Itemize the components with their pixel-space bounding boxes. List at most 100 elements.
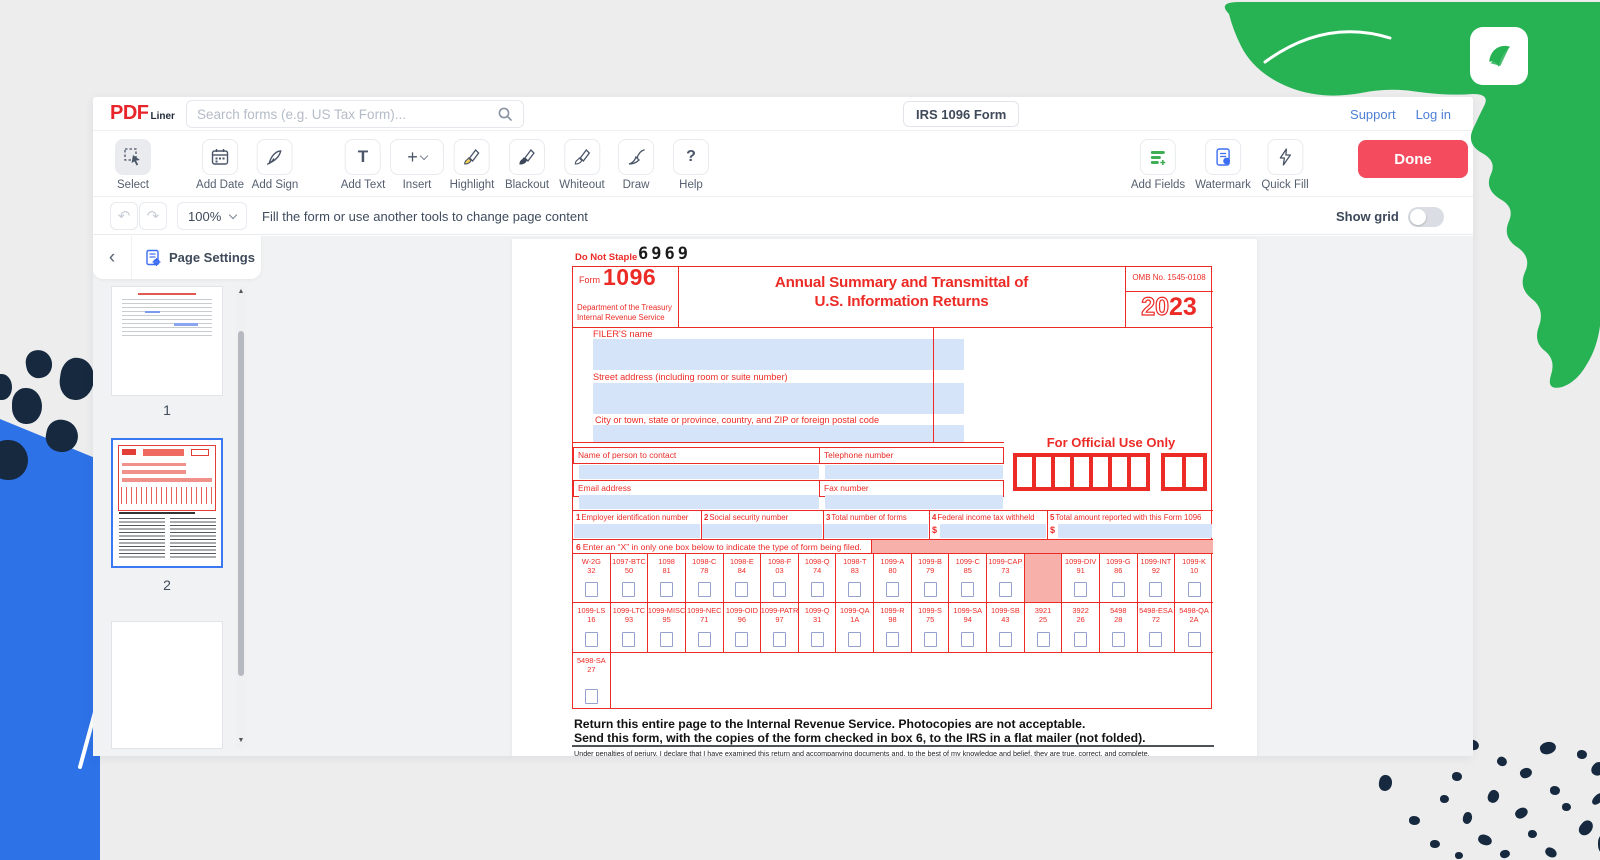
highlight-button[interactable]: Highlight (450, 139, 495, 191)
login-link[interactable]: Log in (1416, 107, 1451, 122)
type-checkbox-1099-LS[interactable] (585, 632, 598, 647)
type-checkbox-1099-MISC[interactable] (660, 632, 673, 647)
type-checkbox-1099-B[interactable] (924, 582, 937, 597)
help-button[interactable]: ? Help (673, 139, 709, 191)
ein-field[interactable] (574, 524, 700, 538)
type-checkbox-3922[interactable] (1074, 632, 1087, 647)
page-settings-button[interactable]: Page Settings (131, 236, 255, 279)
type-checkbox-1099-CAP[interactable] (999, 582, 1012, 597)
type-checkbox-1098[interactable] (660, 582, 673, 597)
form-type-code: 71 (700, 615, 708, 624)
type-checkbox-1098-T[interactable] (848, 582, 861, 597)
form-type-name: 1099-Q (805, 606, 830, 615)
fax-field[interactable] (825, 495, 1003, 509)
page-thumbnail-1[interactable] (111, 286, 223, 396)
support-link[interactable]: Support (1350, 107, 1396, 122)
form-type-name: 1099-SA (953, 606, 982, 615)
zoom-select[interactable]: 100% (177, 202, 247, 230)
redo-button[interactable]: ↷ (139, 202, 167, 230)
scroll-up-arrow[interactable]: ▲ (236, 288, 246, 295)
type-checkbox-1099-DIV[interactable] (1074, 582, 1087, 597)
search-icon[interactable] (497, 106, 513, 122)
type-checkbox-1099-SB[interactable] (999, 632, 1012, 647)
contact-name-label: Name of person to contact (573, 447, 820, 464)
search-box[interactable] (186, 100, 524, 128)
type-checkbox-1097-BTC[interactable] (622, 582, 635, 597)
done-button[interactable]: Done (1358, 140, 1468, 178)
shaded-cell (1025, 554, 1063, 602)
form-type-cell: 1099-PATR97 (761, 603, 799, 652)
type-checkbox-1099-INT[interactable] (1149, 582, 1162, 597)
type-checkbox-1099-SA[interactable] (961, 632, 974, 647)
box4-num: 4 (932, 513, 936, 522)
panel-scrollbar-thumb[interactable] (238, 331, 244, 676)
type-checkbox-1098-E[interactable] (735, 582, 748, 597)
watermark-button[interactable]: Watermark (1195, 139, 1251, 191)
add-text-button[interactable]: T Add Text (341, 139, 386, 191)
form-type-name: 5498-QA (1179, 606, 1209, 615)
calendar-icon (210, 147, 230, 167)
type-checkbox-5498[interactable] (1112, 632, 1125, 647)
undo-button[interactable]: ↶ (110, 202, 138, 230)
add-sign-button[interactable]: Add Sign (252, 139, 299, 191)
type-checkbox-1099-OID[interactable] (735, 632, 748, 647)
type-checkbox-1099-QA[interactable] (848, 632, 861, 647)
contact-name-field[interactable] (579, 465, 819, 479)
type-checkbox-1099-A[interactable] (886, 582, 899, 597)
type-checkbox-5498-ESA[interactable] (1149, 632, 1162, 647)
pdfliner-logo[interactable]: PDF Liner (110, 102, 175, 124)
type-checkbox-W-2G[interactable] (585, 582, 598, 597)
top-links: Support Log in (1350, 97, 1451, 131)
form-type-cell: 1099-A80 (874, 554, 912, 602)
street-field[interactable] (593, 383, 964, 414)
add-fields-button[interactable]: Add Fields (1131, 139, 1185, 191)
form-type-name: 1099-R (880, 606, 904, 615)
city-field[interactable] (593, 425, 964, 442)
add-date-button[interactable]: Add Date (196, 139, 244, 191)
type-checkbox-1098-Q[interactable] (811, 582, 824, 597)
type-checkbox-1099-Q[interactable] (811, 632, 824, 647)
zoom-value: 100% (188, 209, 221, 224)
form-type-cell: 5498-SA27 (573, 653, 611, 709)
type-checkbox-1099-S[interactable] (924, 632, 937, 647)
type-checkbox-5498-QA[interactable] (1188, 632, 1201, 647)
draw-label: Draw (623, 179, 650, 191)
select-tool-button[interactable]: Select (115, 139, 151, 191)
tax-withheld-field[interactable] (940, 524, 1046, 538)
insert-label: Insert (403, 179, 432, 191)
type-checkbox-5498-SA[interactable] (585, 689, 598, 704)
type-checkbox-1098-F[interactable] (773, 582, 786, 597)
type-checkbox-1099-NEC[interactable] (698, 632, 711, 647)
box3-num: 3 (826, 513, 830, 522)
type-checkbox-1099-K[interactable] (1188, 582, 1201, 597)
form-type-cell: 1099-SA94 (949, 603, 987, 652)
search-input[interactable] (187, 107, 497, 122)
type-checkbox-1099-LTC[interactable] (622, 632, 635, 647)
phone-field[interactable] (825, 465, 1003, 479)
page-thumbnail-3[interactable] (111, 621, 223, 749)
type-checkbox-1099-G[interactable] (1112, 582, 1125, 597)
form-type-name: 1098-Q (805, 557, 830, 566)
whiteout-button[interactable]: Whiteout (559, 139, 604, 191)
form-type-code: 97 (775, 615, 783, 624)
draw-button[interactable]: Draw (618, 139, 654, 191)
type-checkbox-1098-C[interactable] (698, 582, 711, 597)
total-amount-field[interactable] (1058, 524, 1212, 538)
form-type-name: 1098 (658, 557, 674, 566)
insert-button[interactable]: + Insert (390, 139, 444, 191)
ssn-field[interactable] (702, 524, 822, 538)
type-checkbox-1099-PATR[interactable] (773, 632, 786, 647)
filer-name-field[interactable] (593, 339, 964, 370)
type-checkbox-1099-C[interactable] (961, 582, 974, 597)
quick-fill-button[interactable]: Quick Fill (1261, 139, 1308, 191)
collapse-panel-button[interactable]: ‹ (93, 236, 131, 279)
page-thumbnail-2[interactable] (111, 438, 223, 568)
type-checkbox-3921[interactable] (1037, 632, 1050, 647)
ink-dot (1409, 816, 1420, 825)
blackout-button[interactable]: Blackout (505, 139, 549, 191)
total-forms-field[interactable] (824, 524, 928, 538)
type-checkbox-1099-R[interactable] (886, 632, 899, 647)
email-field[interactable] (579, 495, 819, 509)
scroll-down-arrow[interactable]: ▼ (236, 737, 246, 744)
show-grid-toggle[interactable] (1408, 207, 1444, 227)
